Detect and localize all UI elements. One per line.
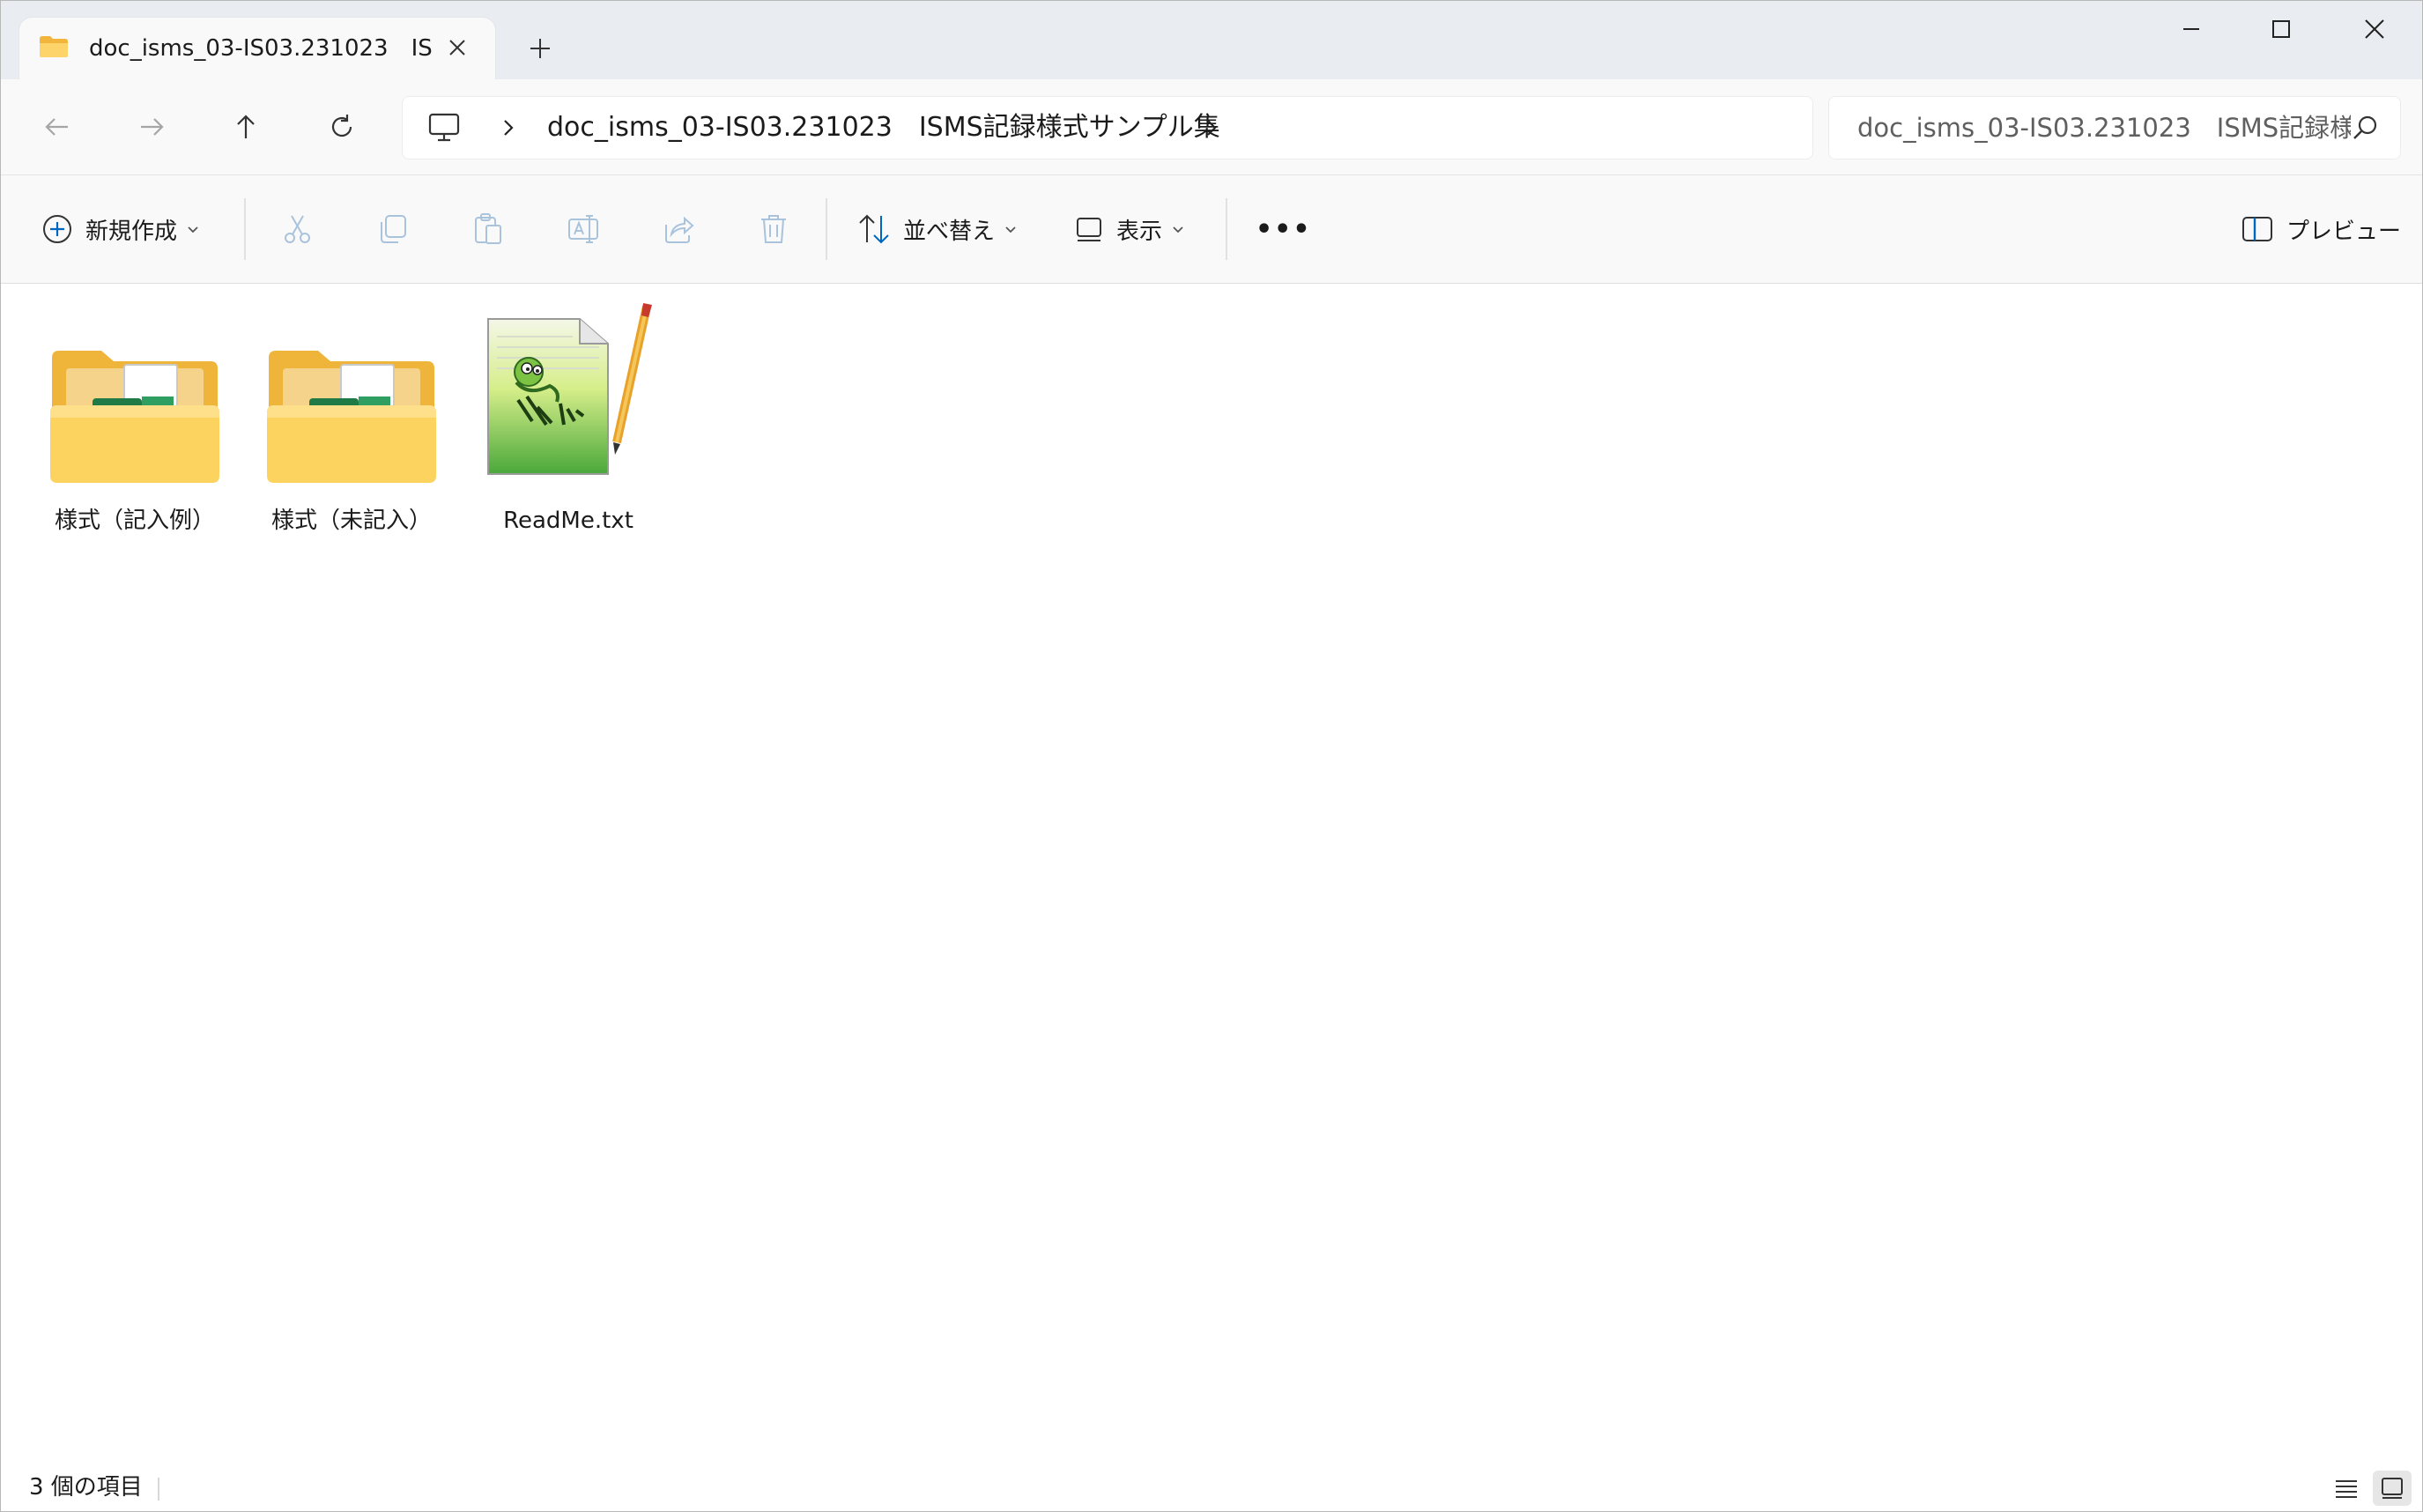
more-options-icon: ••• bbox=[1256, 213, 1312, 245]
preview-pane-label: プレビュー bbox=[2286, 218, 2402, 245]
preview-pane-icon bbox=[2242, 217, 2272, 241]
sort-button[interactable]: 並べ替え bbox=[857, 175, 1018, 283]
new-button-label: 新規作成 bbox=[85, 218, 178, 245]
close-window-button[interactable] bbox=[2330, 1, 2419, 57]
chevron-right-icon[interactable] bbox=[1197, 114, 1226, 142]
close-icon bbox=[2365, 19, 2384, 39]
share-icon bbox=[665, 216, 694, 243]
toolbar-divider bbox=[244, 198, 246, 260]
chevron-down-icon bbox=[188, 226, 198, 233]
file-list-view: 様式（記入例） 様式（未記入） ReadMe.txt bbox=[1, 284, 2422, 1464]
rename-button[interactable] bbox=[567, 175, 600, 283]
breadcrumb-current-folder[interactable]: doc_isms_03-IS03.231023 ISMS記録様式サンプル集 bbox=[547, 111, 1220, 145]
new-tab-button[interactable] bbox=[522, 31, 558, 66]
forward-button[interactable] bbox=[129, 104, 174, 150]
maximize-button[interactable] bbox=[2237, 1, 2325, 57]
clipboard-icon bbox=[475, 213, 501, 244]
copy-icon bbox=[381, 215, 406, 243]
file-name: ReadMe.txt bbox=[503, 508, 634, 534]
excel-folder-icon bbox=[38, 301, 232, 486]
details-view-button[interactable] bbox=[2327, 1471, 2366, 1506]
arrow-left-icon bbox=[45, 118, 68, 136]
close-icon bbox=[449, 40, 465, 56]
file-name: 様式（未記入） bbox=[270, 508, 432, 534]
tab-title: doc_isms_03-IS03.231023 ISMS記録様式サンプル集 bbox=[89, 35, 433, 62]
file-name: 様式（記入例） bbox=[54, 508, 215, 534]
chevron-down-icon bbox=[1173, 226, 1183, 233]
sort-icon bbox=[859, 214, 889, 244]
excel-folder-icon bbox=[255, 301, 448, 486]
toolbar-divider bbox=[1226, 198, 1227, 260]
preview-pane-button[interactable]: プレビュー bbox=[2241, 175, 2401, 283]
maximize-icon bbox=[2272, 20, 2290, 38]
arrow-up-icon bbox=[237, 115, 255, 138]
notepad-plus-plus-icon bbox=[471, 301, 665, 486]
back-button[interactable] bbox=[34, 104, 80, 150]
new-button[interactable]: 新規作成 bbox=[41, 175, 200, 283]
trash-icon bbox=[761, 215, 786, 243]
share-button[interactable] bbox=[662, 175, 695, 283]
refresh-button[interactable] bbox=[319, 104, 365, 150]
tab-close-button[interactable] bbox=[440, 30, 475, 65]
navigation-bar: doc_isms_03-IS03.231023 ISMS記録様式サンプル集 do… bbox=[1, 79, 2422, 175]
arrow-right-icon bbox=[141, 118, 164, 136]
file-item-folder[interactable]: 様式（未記入） bbox=[255, 301, 448, 566]
file-item-text[interactable]: ReadMe.txt bbox=[471, 301, 665, 566]
toolbar-divider bbox=[826, 198, 827, 260]
rename-icon bbox=[568, 215, 598, 243]
large-icons-view-icon bbox=[2382, 1478, 2403, 1499]
command-bar: 新規作成 並べ替え 表示 ••• プレビュー bbox=[1, 175, 2422, 284]
paste-button[interactable] bbox=[471, 175, 505, 283]
search-input[interactable]: doc_isms_03-IS03.231023 ISMS記録様式サンプル集の検索 bbox=[1857, 111, 2351, 145]
details-view-icon bbox=[2336, 1480, 2357, 1498]
view-icon bbox=[1077, 218, 1101, 241]
search-box[interactable]: doc_isms_03-IS03.231023 ISMS記録様式サンプル集の検索 bbox=[1828, 96, 2401, 159]
large-icons-view-button[interactable] bbox=[2373, 1471, 2412, 1506]
copy-button[interactable] bbox=[376, 175, 410, 283]
search-icon bbox=[2353, 115, 2377, 139]
status-divider bbox=[158, 1478, 159, 1501]
chevron-down-icon bbox=[1005, 226, 1016, 233]
more-options-button[interactable]: ••• bbox=[1256, 175, 1312, 283]
up-button[interactable] bbox=[223, 104, 269, 150]
address-bar[interactable]: doc_isms_03-IS03.231023 ISMS記録様式サンプル集 bbox=[402, 96, 1813, 159]
title-bar: doc_isms_03-IS03.231023 ISMS記録様式サンプル集 bbox=[1, 1, 2422, 79]
this-pc-icon bbox=[428, 113, 460, 142]
view-button[interactable]: 表示 bbox=[1074, 175, 1185, 283]
file-item-folder[interactable]: 様式（記入例） bbox=[38, 301, 232, 566]
chevron-right-icon bbox=[504, 120, 514, 136]
folder-icon bbox=[40, 36, 68, 57]
status-bar: 3 個の項目 bbox=[1, 1464, 2422, 1511]
tab-current-folder[interactable]: doc_isms_03-IS03.231023 ISMS記録様式サンプル集 bbox=[19, 18, 495, 79]
plus-icon bbox=[530, 39, 550, 58]
minimize-button[interactable] bbox=[2147, 1, 2235, 57]
item-count: 3 個の項目 bbox=[29, 1474, 143, 1501]
refresh-icon bbox=[331, 115, 352, 137]
view-button-label: 表示 bbox=[1116, 218, 1163, 245]
delete-button[interactable] bbox=[757, 175, 790, 283]
sort-button-label: 並べ替え bbox=[903, 218, 996, 245]
file-explorer-window: doc_isms_03-IS03.231023 ISMS記録様式サンプル集 bbox=[0, 0, 2423, 1512]
minimize-icon bbox=[2183, 28, 2199, 30]
plus-circle-icon bbox=[43, 215, 71, 243]
scissors-icon bbox=[285, 215, 310, 243]
cut-button[interactable] bbox=[281, 175, 315, 283]
